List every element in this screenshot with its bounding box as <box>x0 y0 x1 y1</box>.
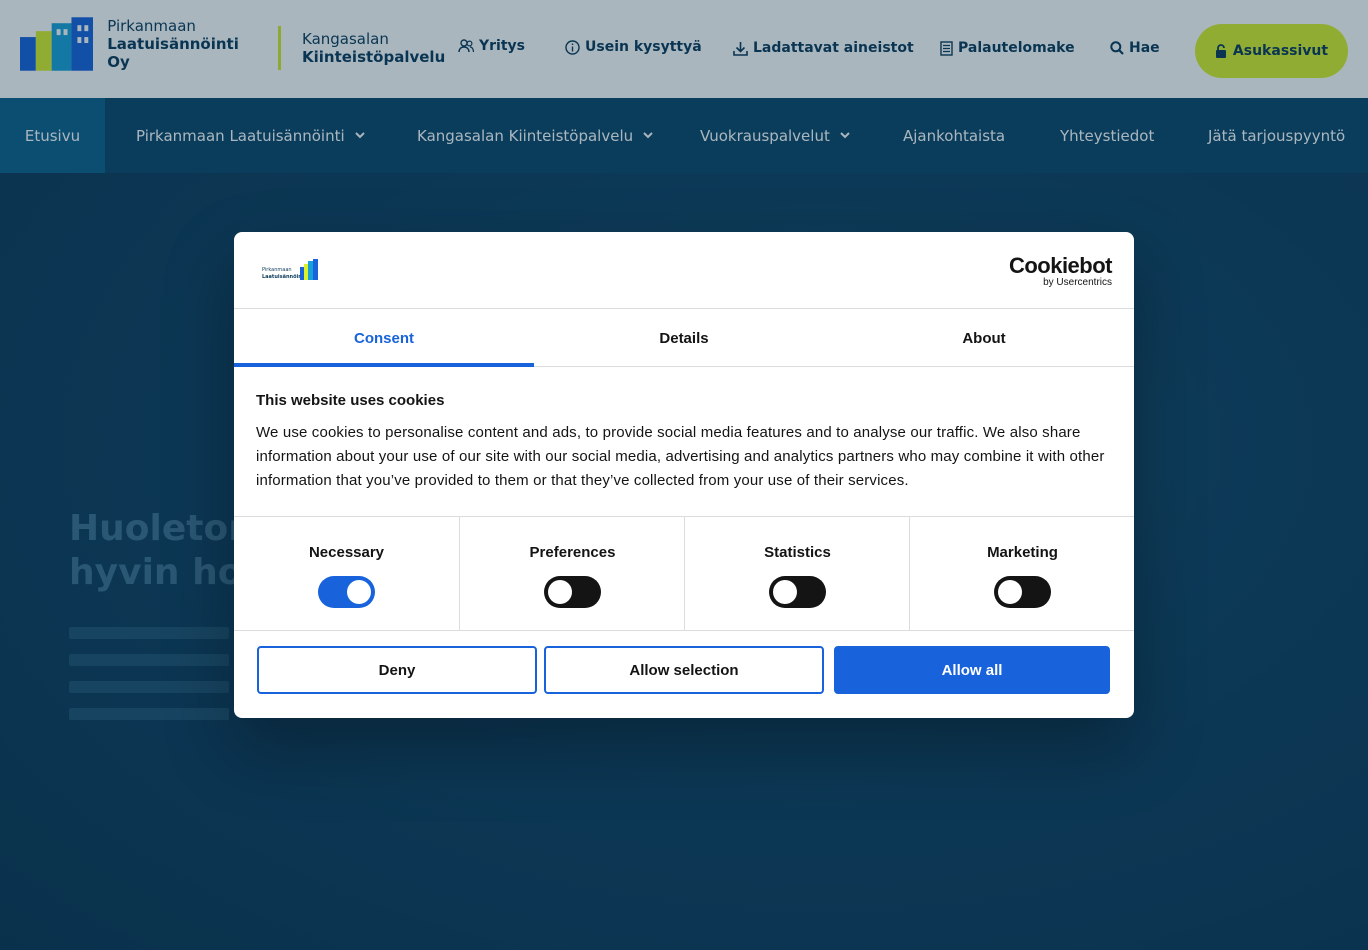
cookiebot-wordmark: Cookiebot <box>1008 253 1113 278</box>
category-marketing: Marketing <box>909 517 1134 631</box>
tab-details[interactable]: Details <box>534 309 834 367</box>
tab-label: About <box>962 329 1006 347</box>
category-label: Preferences <box>529 544 616 561</box>
allow-all-button[interactable]: Allow all <box>834 646 1110 694</box>
category-statistics: Statistics <box>684 517 909 631</box>
category-label: Marketing <box>987 544 1058 561</box>
category-necessary: Necessary <box>234 517 459 631</box>
cookiebot-byline: by Usercentrics <box>1043 277 1112 288</box>
category-label: Statistics <box>764 544 831 561</box>
tab-consent[interactable]: Consent <box>234 309 534 367</box>
tab-about[interactable]: About <box>834 309 1134 367</box>
statistics-toggle[interactable] <box>769 576 826 608</box>
dialog-title: This website uses cookies <box>256 392 445 409</box>
category-label: Necessary <box>308 544 385 561</box>
tab-label: Details <box>659 329 709 347</box>
toggle-knob <box>773 580 797 604</box>
site-logo-small: Pirkanmaan Laatuisännöinti Oy <box>262 259 318 280</box>
toggle-knob <box>998 580 1022 604</box>
deny-button[interactable]: Deny <box>257 646 537 694</box>
toggle-knob <box>548 580 572 604</box>
active-tab-indicator <box>234 363 534 367</box>
preferences-toggle[interactable] <box>544 576 601 608</box>
allow-selection-button[interactable]: Allow selection <box>544 646 824 694</box>
cookie-consent-dialog: Pirkanmaan Laatuisännöinti Oy Cookiebot … <box>234 232 1134 718</box>
svg-text:Pirkanmaan: Pirkanmaan <box>262 267 292 273</box>
cookie-categories: Necessary Preferences Statistics Marketi… <box>234 516 1134 631</box>
dialog-tabs: Consent Details About <box>234 309 1134 367</box>
necessary-toggle[interactable] <box>318 576 375 608</box>
dialog-header: Pirkanmaan Laatuisännöinti Oy Cookiebot … <box>234 232 1134 309</box>
category-preferences: Preferences <box>459 517 684 631</box>
dialog-description: We use cookies to personalise content an… <box>256 424 1105 489</box>
cookiebot-logo[interactable]: Cookiebot by Usercentrics <box>1008 253 1113 288</box>
toggle-knob <box>347 580 371 604</box>
tab-label: Consent <box>354 329 414 347</box>
marketing-toggle[interactable] <box>994 576 1051 608</box>
